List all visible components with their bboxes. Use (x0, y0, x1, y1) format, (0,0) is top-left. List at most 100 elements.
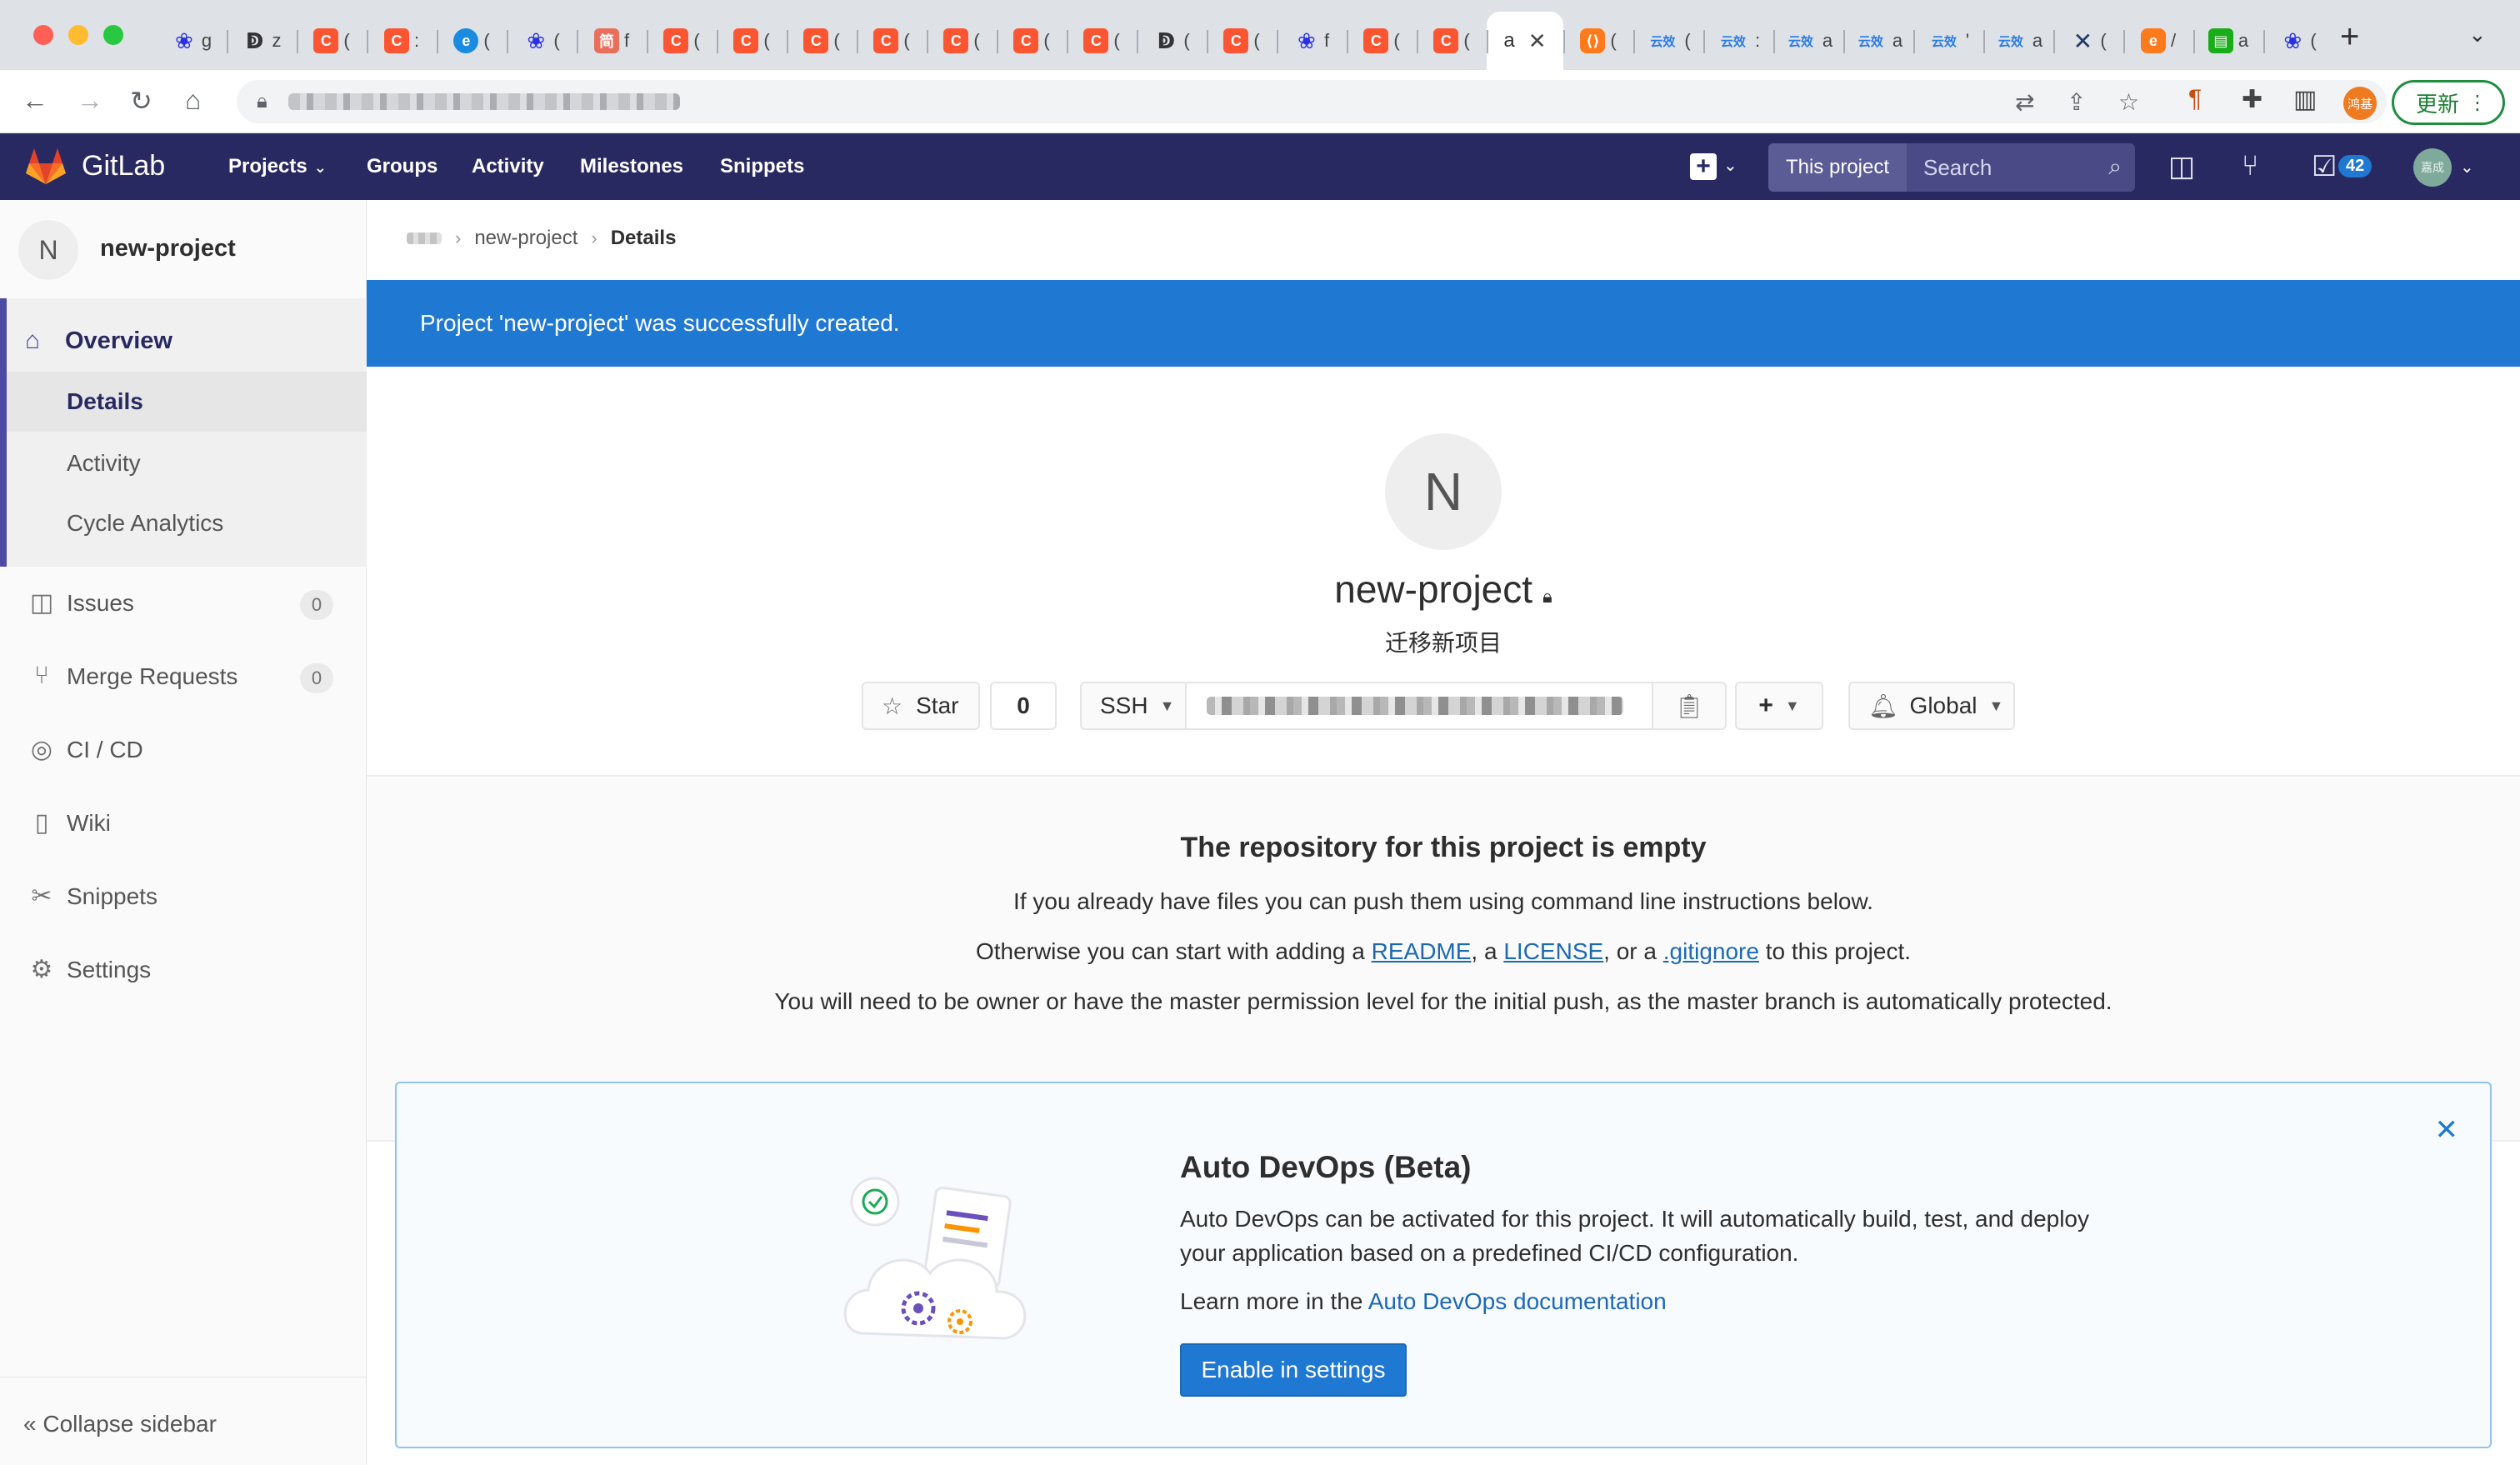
extension-pilcrow-icon[interactable]: ¶ (2188, 85, 2202, 113)
browser-tab[interactable]: C( (1347, 12, 1417, 70)
merge-requests-count-badge: 0 (300, 663, 333, 693)
nav-snippets[interactable]: Snippets (720, 155, 804, 178)
license-link[interactable]: LICENSE (1503, 938, 1603, 964)
merge-request-icon[interactable]: ⑂ (2242, 150, 2258, 182)
sidebar-item-ci-cd[interactable]: ◎ CI / CD (0, 722, 367, 780)
star-count[interactable]: 0 (990, 682, 1057, 730)
caret-down-icon: ▼ (1988, 697, 2004, 714)
browser-tab[interactable]: ❀ f (1277, 12, 1347, 70)
browser-tab[interactable]: C( (787, 12, 857, 70)
browser-tab[interactable]: ❀( (507, 12, 577, 70)
browser-tab[interactable]: 简f (577, 12, 647, 70)
add-to-repo-dropdown[interactable]: + ▼ (1735, 682, 1823, 730)
share-icon[interactable]: ⇪ (2067, 88, 2086, 116)
sidebar-item-settings[interactable]: ⚙ Settings (0, 942, 367, 1000)
sidebar-subitem-details[interactable]: Details (7, 372, 367, 432)
sidebar-subitem-cycle-analytics[interactable]: Cycle Analytics (67, 510, 223, 537)
update-button[interactable]: 更新 ⋮ (2392, 80, 2505, 125)
sidebar-item-merge-requests[interactable]: ⑂ Merge Requests 0 (0, 648, 367, 707)
browser-tab[interactable]: 云效 a (1983, 12, 2053, 70)
browser-tab[interactable]: C( (997, 12, 1067, 70)
tab-search-chevron-icon[interactable]: ⌄ (2468, 22, 2487, 48)
clone-protocol-dropdown[interactable]: SSH ▼ (1080, 682, 1187, 730)
forward-arrow-icon[interactable]: → (77, 85, 103, 116)
sidebar-project-header[interactable]: N new-project (0, 200, 367, 298)
browser-tab[interactable]: C( (297, 12, 367, 70)
zoom-window-button[interactable] (103, 25, 123, 45)
clone-url-field[interactable] (1185, 682, 1653, 730)
browser-tab[interactable]: ▤ a (2193, 12, 2263, 70)
notification-dropdown[interactable]: 🔔︎ Global ▼ (1848, 682, 2015, 730)
chevron-down-icon[interactable]: ⌄ (2460, 157, 2474, 178)
browser-tab[interactable]: C( (1207, 12, 1277, 70)
breadcrumb-current[interactable]: Details (611, 227, 677, 250)
back-arrow-icon[interactable]: ← (22, 85, 48, 116)
browser-tab[interactable]: C( (927, 12, 997, 70)
chevron-down-icon[interactable]: ⌄ (1723, 155, 1738, 176)
side-panel-icon[interactable]: ▥ (2293, 85, 2317, 114)
browser-tab[interactable]: C( (647, 12, 717, 70)
breadcrumb-project[interactable]: new-project (474, 227, 578, 250)
new-tab-button[interactable]: + (2340, 18, 2359, 56)
browser-tab-title: z (272, 30, 282, 51)
browser-tab[interactable]: ↁ( (1137, 12, 1207, 70)
todo-check-icon[interactable]: ☑ (2312, 150, 2337, 183)
browser-tab[interactable]: 云效 a (1843, 12, 1913, 70)
profile-avatar[interactable]: 鸿基 (2343, 87, 2377, 120)
gitlab-brand[interactable]: GitLab (82, 150, 165, 182)
sidebar-item-issues[interactable]: ◫ Issues 0 (0, 575, 367, 633)
search-input[interactable] (1910, 143, 2102, 192)
sidebar-item-overview[interactable]: ⌂ Overview (25, 327, 172, 355)
user-avatar[interactable]: 嘉成 (2413, 148, 2452, 187)
jianshu-icon: 简 (593, 28, 619, 53)
browser-tab[interactable]: ⟨⟩( (1563, 12, 1633, 70)
reload-icon[interactable]: ↻ (130, 85, 152, 117)
copy-url-button[interactable]: 📋︎ (1652, 682, 1727, 730)
browser-tab[interactable]: C( (857, 12, 927, 70)
new-item-plus-icon[interactable]: + (1690, 153, 1717, 180)
browser-tab[interactable]: C( (1417, 12, 1487, 70)
extensions-puzzle-icon[interactable]: ✚ (2242, 85, 2262, 114)
address-bar[interactable]: 🔒︎ ⇄ ⇪ ☆ (237, 80, 2387, 123)
home-icon[interactable]: ⌂ (185, 85, 201, 116)
gitlab-tanuki-icon[interactable] (25, 147, 67, 185)
readme-link[interactable]: README (1372, 938, 1472, 964)
sidebar-subitem-activity[interactable]: Activity (67, 450, 141, 477)
star-button[interactable]: ☆ Star (862, 682, 980, 730)
minimize-window-button[interactable] (68, 25, 88, 45)
browser-tab[interactable]: ↁz (227, 12, 297, 70)
issues-icon[interactable]: ◫ (2168, 150, 2195, 183)
nav-projects[interactable]: Projects ⌄ (228, 155, 327, 178)
browser-tab[interactable]: 云效 a (1773, 12, 1843, 70)
collapse-sidebar-button[interactable]: « Collapse sidebar (0, 1377, 367, 1465)
project-title: new-project 🔒︎ (367, 567, 2520, 612)
search-scope-badge[interactable]: This project (1768, 143, 1907, 192)
browser-tab[interactable]: e / (2123, 12, 2193, 70)
browser-tab[interactable]: ❀ g (157, 12, 227, 70)
browser-tab[interactable]: 云效 ' (1913, 12, 1983, 70)
close-window-button[interactable] (33, 25, 53, 45)
close-icon[interactable]: ✕ (2435, 1113, 2459, 1147)
auto-devops-docs-link[interactable]: Auto DevOps documentation (1368, 1288, 1667, 1314)
browser-tab[interactable]: ❀( (2263, 12, 2333, 70)
browser-tab[interactable]: C( (717, 12, 787, 70)
browser-tab[interactable]: C: (367, 12, 437, 70)
close-tab-icon[interactable]: ✕ (1528, 28, 1547, 54)
gitignore-link[interactable]: .gitignore (1663, 938, 1759, 964)
browser-tab[interactable]: 云效: (1703, 12, 1773, 70)
browser-tab-active[interactable]: a ✕ (1487, 12, 1563, 70)
browser-tab[interactable]: e( (437, 12, 507, 70)
sidebar-item-wiki[interactable]: ▯ Wiki (0, 795, 367, 853)
nav-activity[interactable]: Activity (472, 155, 544, 178)
bookmark-star-icon[interactable]: ☆ (2118, 88, 2139, 116)
translate-icon[interactable]: ⇄ (2015, 88, 2034, 116)
sidebar-item-snippets[interactable]: ✂ Snippets (0, 868, 367, 927)
browser-tab[interactable]: C( (1067, 12, 1137, 70)
enable-in-settings-button[interactable]: Enable in settings (1180, 1343, 1407, 1397)
breadcrumb-namespace-redacted[interactable] (407, 232, 442, 244)
nav-groups[interactable]: Groups (367, 155, 438, 178)
browser-tab[interactable]: ✕( (2053, 12, 2123, 70)
browser-tab[interactable]: 云效 ( (1633, 12, 1703, 70)
sidebar-item-label: Wiki (67, 810, 111, 836)
nav-milestones[interactable]: Milestones (580, 155, 683, 178)
